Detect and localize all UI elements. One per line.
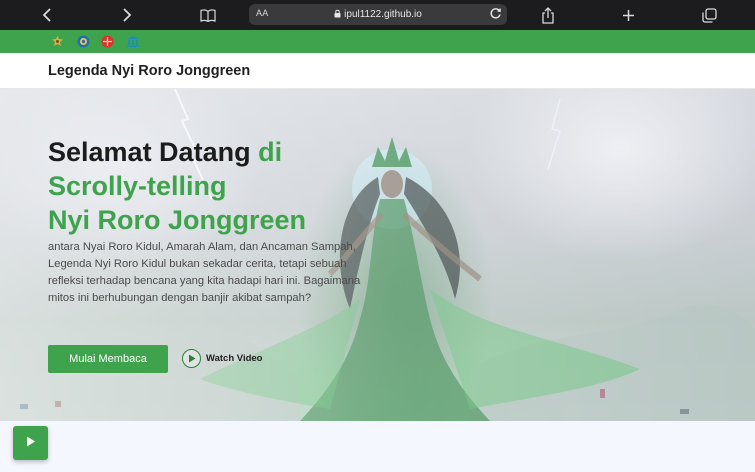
address-bar[interactable]: AA ipul1122.github.io [249,4,507,25]
lock-icon [334,9,341,21]
reload-icon[interactable] [489,7,502,25]
building-logo [126,35,139,48]
play-icon [26,434,36,452]
chevron-left-icon[interactable] [40,5,54,25]
emblem-logo [51,35,64,48]
hero-section: Selamat Datang di Scrolly-telling Nyi Ro… [0,89,755,421]
play-circle-icon [182,348,201,368]
red-logo [101,35,114,48]
hero-title-line3: Nyi Roro Jonggreen [48,205,307,235]
url-text: ipul1122.github.io [344,8,422,20]
site-title[interactable]: Legenda Nyi Roro Jonggreen [48,63,250,79]
plus-icon[interactable] [620,5,636,25]
logo-strip [0,30,755,53]
watch-video-button[interactable]: Watch Video [182,348,262,368]
hero-description: antara Nyai Roro Kidul, Amarah Alam, dan… [48,241,361,304]
hero-title-green: di [258,137,283,167]
hero-title-line2: Scrolly-telling [48,171,227,201]
hero-title-dark: Selamat Datang [48,137,259,167]
site-header: Legenda Nyi Roro Jonggreen [0,53,755,89]
tabs-icon[interactable] [700,5,718,25]
share-icon[interactable] [540,5,556,25]
chevron-right-icon[interactable] [120,5,134,25]
watch-video-label: Watch Video [206,352,263,364]
page-content-area [0,421,755,472]
play-audio-button[interactable] [13,426,48,460]
circle-logo [77,35,90,48]
book-icon[interactable] [199,5,217,25]
browser-toolbar: AA ipul1122.github.io [0,0,755,30]
hero-title: Selamat Datang di Scrolly-telling Nyi Ro… [48,135,306,237]
start-reading-button[interactable]: Mulai Membaca [48,345,168,373]
